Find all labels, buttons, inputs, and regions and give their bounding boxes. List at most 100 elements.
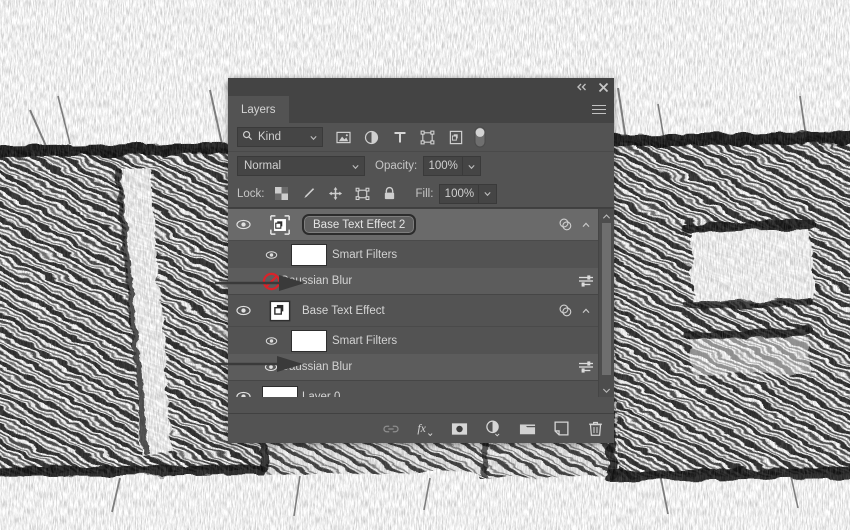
eye-icon — [235, 305, 251, 316]
pixel-thumbnail-image — [262, 385, 298, 397]
scroll-up-arrow[interactable] — [599, 209, 614, 223]
filter-type-layers-icon[interactable] — [391, 129, 408, 146]
blending-options-icon[interactable] — [578, 359, 594, 375]
lock-position-icon[interactable] — [328, 186, 344, 202]
chevron-down-icon — [484, 192, 491, 197]
fill-stepper[interactable] — [479, 183, 498, 204]
layer-thumbnail[interactable] — [258, 385, 302, 397]
new-adjustment-layer-button[interactable] — [484, 420, 502, 438]
layer-row-right-icons — [557, 295, 594, 326]
new-group-button[interactable] — [518, 420, 536, 438]
lock-transparent-pixels-icon[interactable] — [274, 186, 290, 202]
smart-filter-badge-icon[interactable] — [557, 303, 573, 319]
smart-filters-mask-thumbnail[interactable] — [286, 329, 332, 352]
layer-visibility-toggle[interactable] — [228, 391, 258, 397]
filter-kind-select[interactable]: Kind — [237, 127, 323, 147]
eye-icon — [235, 219, 251, 230]
gaussian-blur-row-right — [578, 354, 594, 380]
layer-row-smart-filters-2[interactable]: Smart Filters — [228, 241, 614, 268]
lock-image-pixels-icon[interactable] — [301, 186, 317, 202]
collapse-chevron-icon[interactable] — [578, 217, 594, 233]
collapse-chevron-icon[interactable] — [578, 303, 594, 319]
chevron-down-icon — [352, 164, 359, 169]
lock-bar: Lock: Fill: 100% — [228, 180, 614, 208]
eye-icon — [235, 391, 251, 397]
trash-icon — [588, 421, 602, 436]
blend-mode-value: Normal — [244, 160, 282, 172]
layers-panel-bottom-toolbar: fx — [228, 413, 614, 443]
panel-title-strip — [228, 78, 614, 96]
fill-label: Fill: — [415, 187, 434, 200]
panel-menu-button[interactable] — [590, 96, 608, 123]
layer-filter-bar: Kind — [228, 123, 614, 152]
layer-row-smart-filters-1[interactable]: Smart Filters — [228, 327, 614, 354]
layer-row-base-text-effect[interactable]: Base Text Effect — [228, 295, 614, 327]
scroll-down-arrow[interactable] — [599, 383, 614, 397]
hamburger-icon — [592, 105, 606, 114]
filter-pixel-layers-icon[interactable] — [335, 129, 352, 146]
chevron-down-icon — [310, 135, 317, 140]
smart-object-thumbnail-icon — [269, 300, 291, 321]
blend-mode-select[interactable]: Normal — [237, 156, 365, 176]
smart-filters-visibility-toggle[interactable] — [256, 336, 286, 346]
scrollbar-thumb[interactable] — [602, 223, 611, 375]
layer-name-label: Base Text Effect — [302, 304, 385, 317]
svg-text:fx: fx — [417, 421, 426, 435]
lock-icons — [274, 186, 398, 202]
fill-input[interactable]: 100% — [439, 183, 480, 204]
smart-filter-badge-icon[interactable] — [557, 217, 573, 233]
mask-thumbnail-image — [291, 329, 327, 352]
tab-layers[interactable]: Layers — [228, 96, 289, 123]
fx-icon: fx — [417, 421, 432, 437]
opacity-label: Opacity: — [375, 160, 418, 172]
filter-enable-toggle[interactable] — [474, 126, 486, 148]
layer-name-text: Base Text Effect 2 — [313, 218, 406, 231]
opacity-stepper[interactable] — [463, 156, 482, 176]
layer-thumbnail[interactable] — [258, 214, 302, 236]
filter-smart-object-layers-icon[interactable] — [447, 129, 464, 146]
delete-layer-button[interactable] — [586, 420, 604, 438]
layer-name-label: Layer 0 — [302, 390, 341, 398]
arrow-to-gaussian-blur-2 — [215, 275, 305, 291]
arrow-to-gaussian-blur-1 — [213, 356, 303, 372]
new-layer-button[interactable] — [552, 420, 570, 438]
blend-mode-bar: Normal Opacity: 100% — [228, 152, 614, 180]
layer-thumbnail[interactable] — [258, 300, 302, 322]
tab-layers-label: Layers — [241, 103, 276, 116]
panel-tab-bar: Layers — [228, 96, 614, 123]
filter-adjustment-layers-icon[interactable] — [363, 129, 380, 146]
window-controls — [575, 78, 610, 96]
layer-row-base-text-effect-2[interactable]: Base Text Effect 2 — [228, 209, 614, 241]
layer-visibility-toggle[interactable] — [228, 305, 258, 316]
folder-icon — [519, 423, 535, 434]
scrollbar-track[interactable] — [602, 223, 611, 383]
layer-row-layer-0[interactable]: Layer 0 — [228, 381, 614, 397]
smart-object-thumbnail-icon — [269, 214, 291, 236]
link-layers-button[interactable] — [382, 420, 400, 438]
smart-filters-visibility-toggle[interactable] — [256, 250, 286, 260]
add-layer-mask-button[interactable] — [450, 420, 468, 438]
lock-all-icon[interactable] — [382, 186, 398, 202]
filter-shape-layers-icon[interactable] — [419, 129, 436, 146]
new-layer-icon — [553, 421, 569, 436]
blending-options-icon[interactable] — [578, 273, 594, 289]
layer-style-fx-button[interactable]: fx — [416, 420, 434, 438]
lock-label: Lock: — [237, 187, 265, 200]
eye-icon — [265, 336, 277, 345]
layers-panel: Layers Kind Normal Opacity: 100% Lock: F… — [228, 78, 614, 443]
smart-filters-mask-thumbnail[interactable] — [286, 243, 332, 266]
gaussian-blur-row-right — [578, 268, 594, 294]
layers-list-scrollbar[interactable] — [598, 209, 614, 397]
smart-filters-label: Smart Filters — [332, 248, 398, 261]
layer-visibility-toggle[interactable] — [228, 219, 258, 230]
search-icon — [242, 130, 253, 144]
layer-name-rename-input[interactable]: Base Text Effect 2 — [302, 214, 417, 235]
collapse-to-icons-button[interactable] — [575, 81, 588, 94]
chevron-down-icon — [468, 164, 475, 169]
lock-artboard-nesting-icon[interactable] — [355, 186, 371, 202]
link-icon — [383, 425, 399, 432]
close-panel-button[interactable] — [597, 81, 610, 94]
mask-icon — [451, 422, 467, 435]
smart-filters-label: Smart Filters — [332, 334, 398, 347]
opacity-input[interactable]: 100% — [423, 156, 464, 176]
